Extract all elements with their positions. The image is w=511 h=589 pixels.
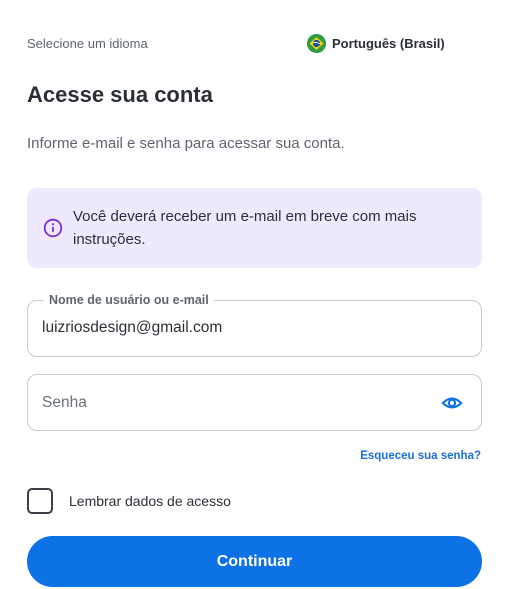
language-selected: Português (Brasil) (332, 36, 445, 51)
password-input[interactable] (42, 375, 432, 430)
page-title: Acesse sua conta (27, 82, 213, 107)
remember-checkbox[interactable] (27, 488, 53, 514)
remember-me[interactable]: Lembrar dados de acesso (27, 488, 231, 514)
brazil-flag-icon (307, 34, 326, 53)
forgot-password-link[interactable]: Esqueceu sua senha? (360, 450, 481, 462)
info-circle-icon (43, 218, 63, 238)
password-field (27, 374, 482, 431)
continue-button[interactable]: Continuar (27, 536, 482, 587)
username-field: Nome de usuário ou e-mail (27, 292, 482, 357)
language-selector[interactable]: Português (Brasil) (307, 34, 445, 53)
eye-icon[interactable] (441, 392, 463, 414)
page-subtitle: Informe e-mail e senha para acessar sua … (27, 135, 345, 152)
info-alert: Você deverá receber um e-mail em breve c… (27, 188, 482, 268)
language-label: Selecione um idioma (27, 36, 148, 51)
username-input[interactable] (42, 300, 432, 355)
alert-message: Você deverá receber um e-mail em breve c… (73, 208, 417, 248)
remember-label: Lembrar dados de acesso (69, 493, 231, 509)
